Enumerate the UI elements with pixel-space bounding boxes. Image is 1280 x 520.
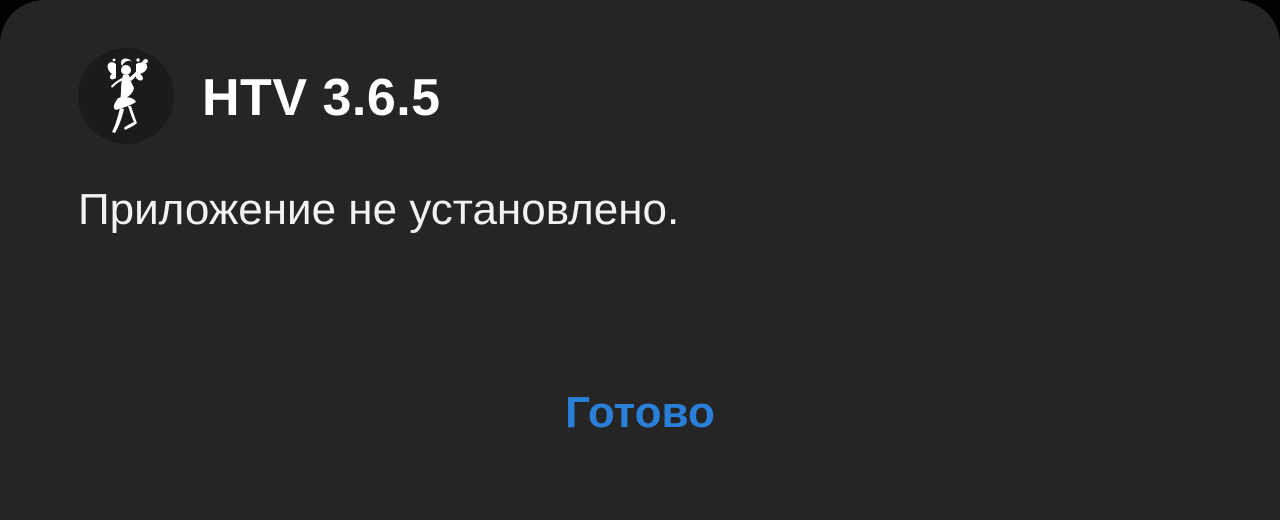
done-button[interactable]: Готово [520, 378, 760, 448]
install-status-message: Приложение не установлено. [78, 185, 680, 234]
app-title: HTV 3.6.5 [202, 69, 441, 127]
install-result-dialog: HTV 3.6.5 Приложение не установлено. Гот… [0, 0, 1280, 520]
fairy-silhouette-icon [78, 48, 174, 144]
